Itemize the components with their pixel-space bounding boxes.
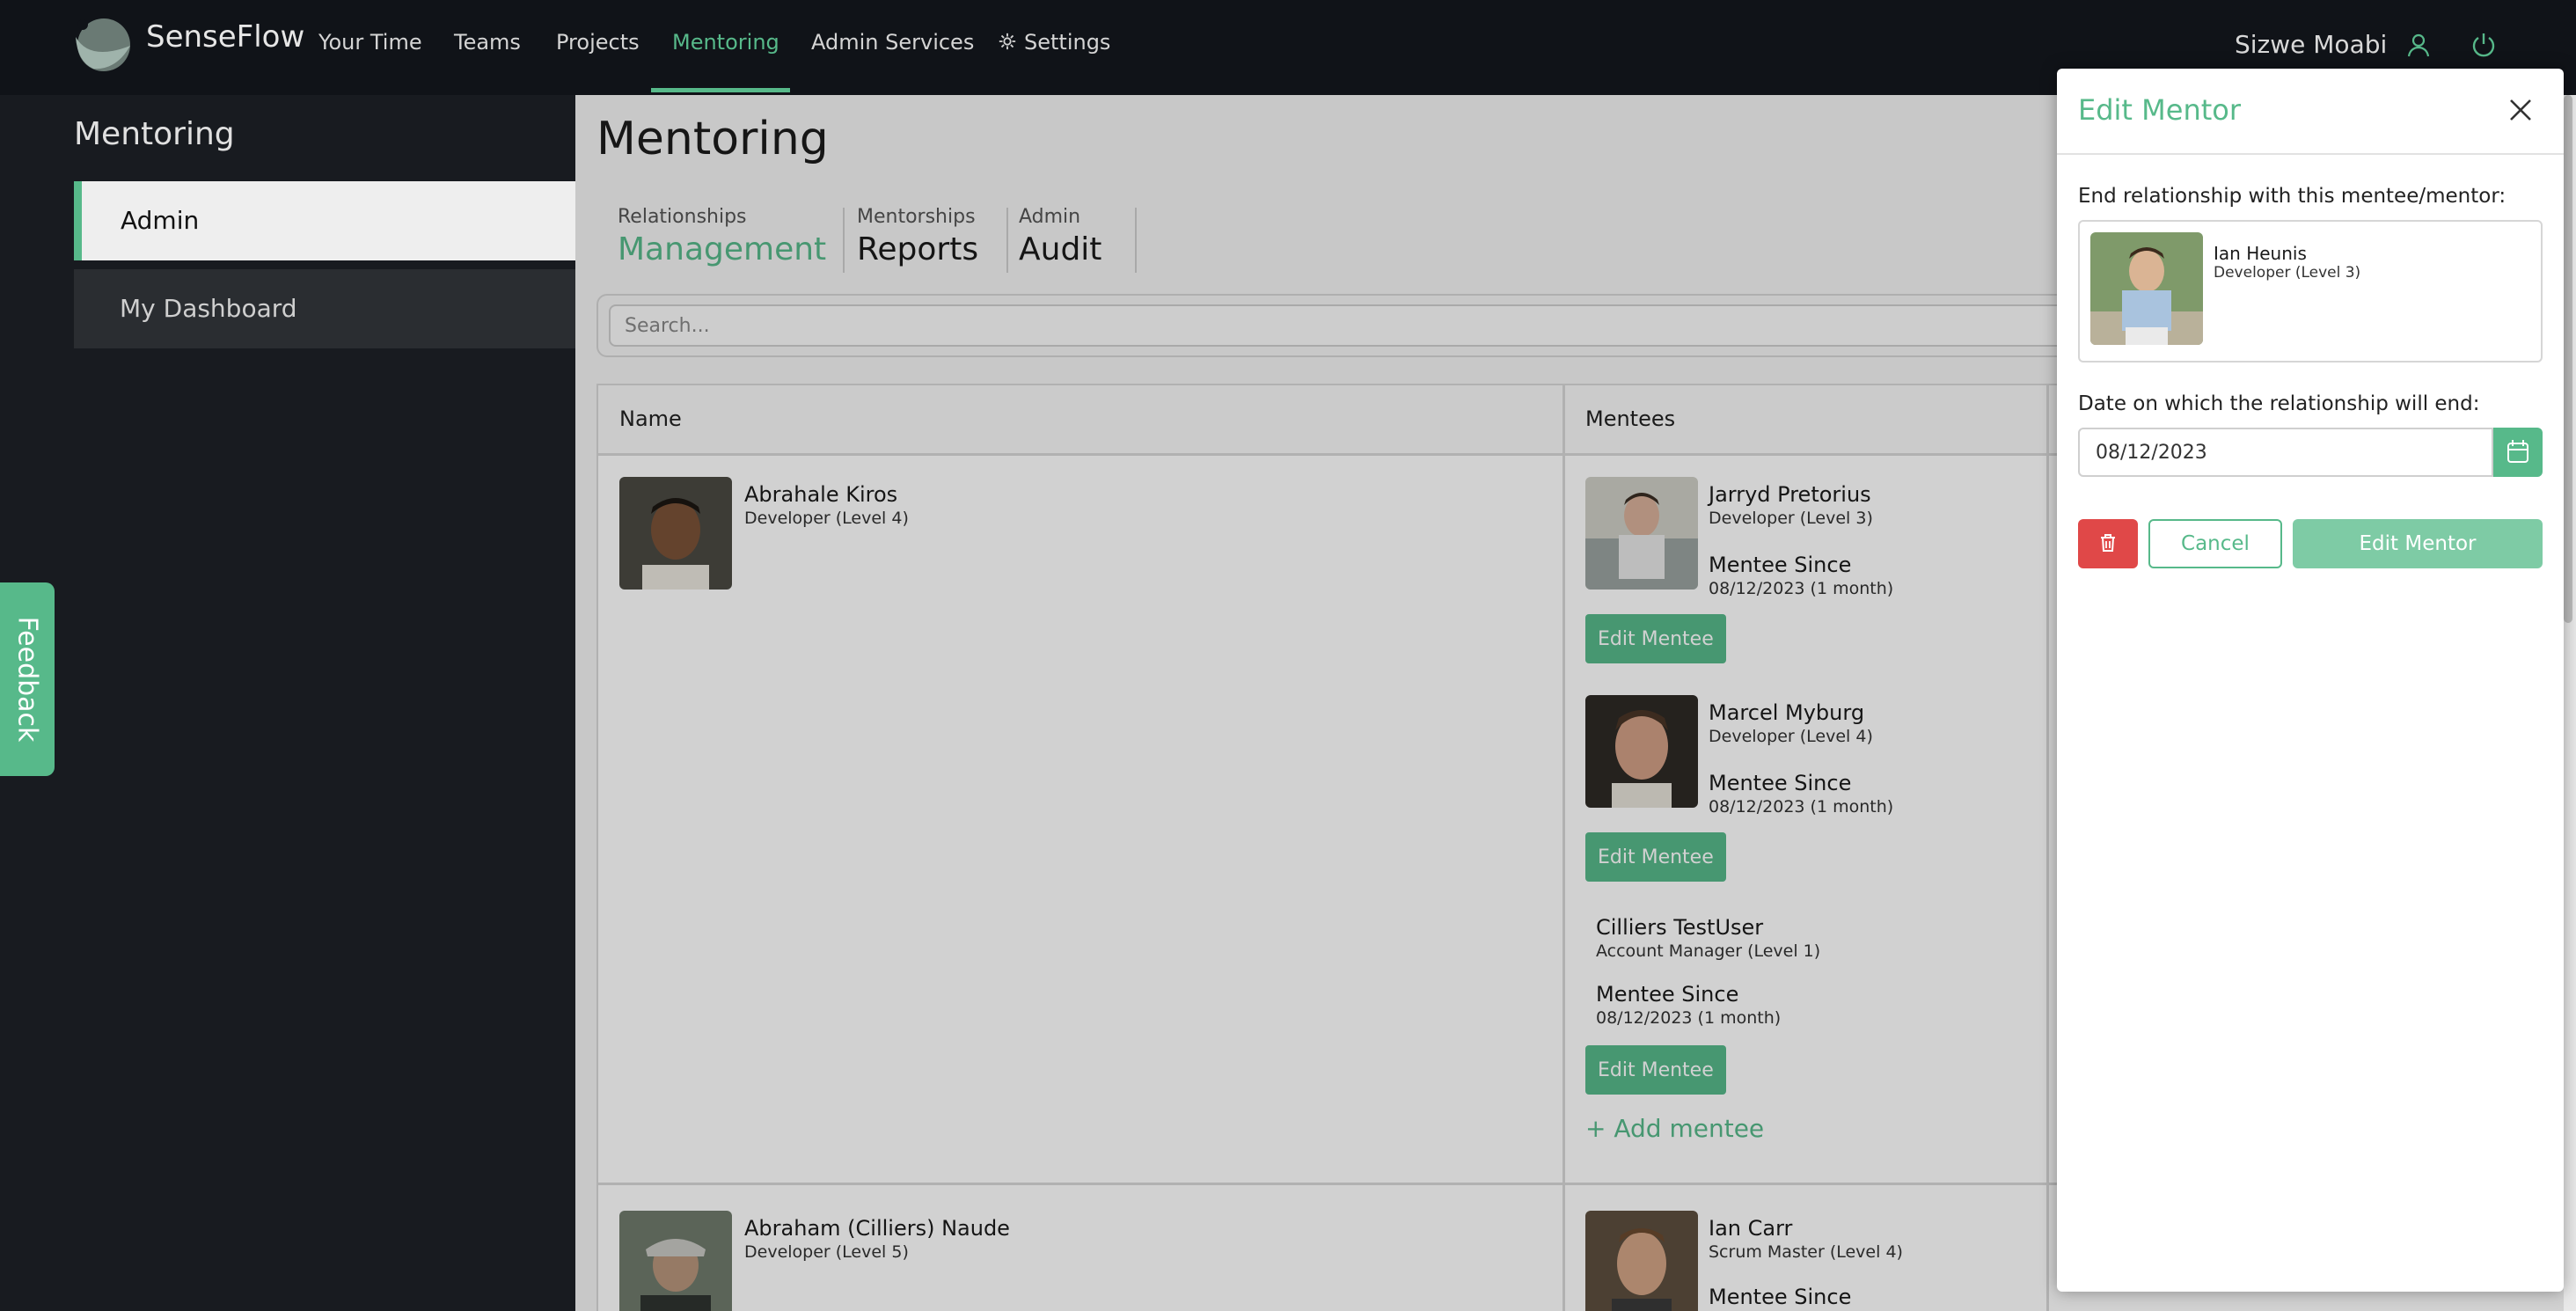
tab-big-label: Audit [1019,231,1102,267]
avatar [1585,1211,1698,1311]
mentor-role: Developer (Level 5) [744,1242,909,1262]
column-divider [2046,385,2049,1311]
feedback-tab[interactable]: Feedback [0,582,55,776]
trash-icon [2101,533,2115,552]
mentor-name: Ian Heunis [2214,243,2307,264]
nav-your-time[interactable]: Your Time [318,30,422,55]
mentee-since-label: Mentee Since [1596,982,1739,1007]
mentee-since-label: Mentee Since [1709,771,1852,795]
mentor-role: Developer (Level 4) [744,509,909,528]
nav-teams[interactable]: Teams [454,30,521,55]
end-relationship-label: End relationship with this mentee/mentor… [2078,185,2506,208]
mentee-since-label: Mentee Since [1709,1285,1852,1309]
tab-small-label: Relationships [618,206,747,228]
mentor-name: Abraham (Cilliers) Naude [744,1216,1010,1241]
mentee-since-date: 08/12/2023 (1 month) [1709,797,1894,817]
calendar-icon [2507,440,2528,463]
mentee-role: Developer (Level 4) [1709,727,1873,746]
nav-settings-label: Settings [1024,30,1111,55]
selected-mentor-card: Ian Heunis Developer (Level 3) [2078,220,2543,363]
avatar [619,477,732,590]
avatar [619,1211,732,1311]
active-nav-indicator [651,88,790,92]
gear-icon [999,33,1016,50]
mentee-name: Marcel Myburg [1709,700,1865,725]
tab-big-label: Reports [857,231,979,267]
tab-small-label: Mentorships [857,206,976,228]
edit-mentee-button[interactable]: Edit Mentee [1585,1045,1726,1095]
end-date-input[interactable] [2078,428,2493,477]
mentee-role: Account Manager (Level 1) [1596,941,1821,961]
edit-mentor-panel: Edit Mentor End relationship with this m… [2057,69,2564,1292]
mentor-role: Developer (Level 3) [2214,264,2361,282]
tab-divider [1135,208,1137,273]
tab-divider [1006,208,1008,273]
mentee-since-label: Mentee Since [1709,553,1852,577]
panel-header: Edit Mentor [2057,69,2564,155]
nav-settings[interactable]: Settings [998,30,1110,55]
tab-admin-audit[interactable]: Admin Audit [1019,206,1101,267]
senseflow-logo[interactable] [72,16,135,74]
sidebar-title: Mentoring [74,116,235,152]
page-title: Mentoring [596,113,829,165]
calendar-button[interactable] [2493,428,2543,477]
tab-small-label: Admin [1019,206,1081,228]
scrollbar-thumb[interactable] [2564,95,2572,623]
tab-relationships-management[interactable]: Relationships Management [618,206,826,267]
nav-mentoring[interactable]: Mentoring [672,30,779,55]
column-header-mentees: Mentees [1585,406,1676,431]
end-date-label: Date on which the relationship will end: [2078,392,2480,415]
add-mentee-link[interactable]: + Add mentee [1585,1114,1764,1143]
tab-big-label: Management [618,231,827,267]
feedback-label: Feedback [11,616,43,743]
avatar [1585,477,1698,590]
mentor-name: Abrahale Kiros [744,482,898,507]
column-divider [1562,385,1565,1311]
mentee-since-date: 08/12/2023 (1 month) [1596,1008,1782,1028]
mentee-role: Developer (Level 3) [1709,509,1873,528]
sidebar-item-admin[interactable]: Admin [74,181,575,260]
mentee-name: Cilliers TestUser [1596,915,1764,940]
edit-mentor-submit-button[interactable]: Edit Mentor [2293,519,2543,568]
mentee-since-date: 08/12/2023 (1 month) [1709,579,1894,598]
edit-mentee-button[interactable]: Edit Mentee [1585,614,1726,663]
avatar [2090,232,2203,345]
panel-title: Edit Mentor [2078,93,2241,127]
page-scrollbar[interactable] [2564,95,2576,1311]
brand-name[interactable]: SenseFlow [146,19,304,55]
cancel-button[interactable]: Cancel [2148,519,2282,568]
mentee-name: Ian Carr [1709,1216,1793,1241]
power-icon[interactable] [2469,30,2499,60]
mentee-role: Scrum Master (Level 4) [1709,1242,1903,1262]
tab-divider [843,208,845,273]
current-user-name: Sizwe Moabi [2235,30,2388,59]
avatar [1585,695,1698,808]
delete-button[interactable] [2078,519,2138,568]
nav-projects[interactable]: Projects [556,30,640,55]
sidebar-item-my-dashboard[interactable]: My Dashboard [74,269,575,348]
column-header-name: Name [619,406,682,431]
mentee-name: Jarryd Pretorius [1709,482,1871,507]
close-icon[interactable] [2506,95,2536,125]
tab-mentorships-reports[interactable]: Mentorships Reports [857,206,978,267]
nav-admin-services[interactable]: Admin Services [811,30,974,55]
user-icon[interactable] [2404,30,2433,60]
edit-mentee-button[interactable]: Edit Mentee [1585,832,1726,882]
